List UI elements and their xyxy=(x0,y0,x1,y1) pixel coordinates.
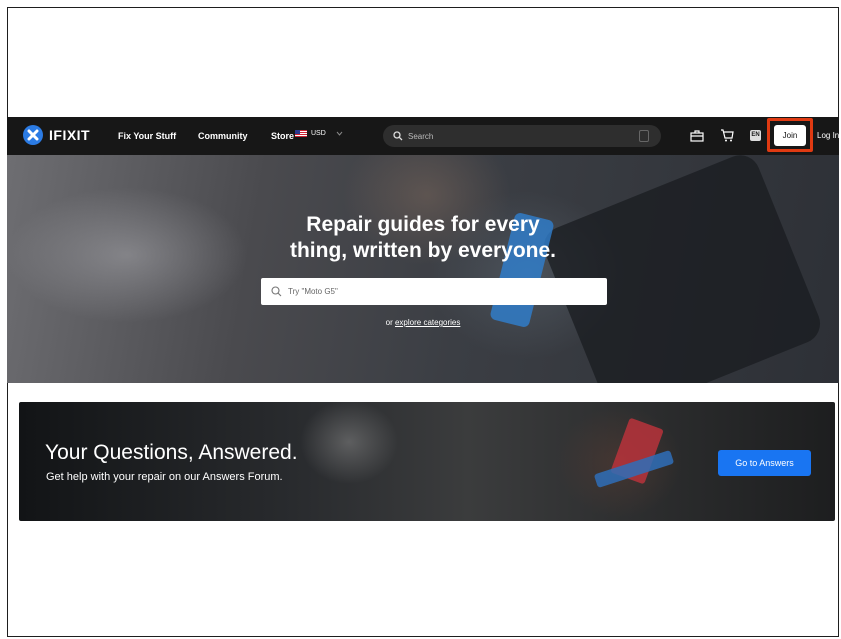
slash-shortcut-icon xyxy=(639,130,649,142)
hero-title: Repair guides for every thing, written b… xyxy=(7,212,839,264)
currency-label: USD xyxy=(311,130,326,137)
hero-section: Repair guides for every thing, written b… xyxy=(7,155,839,383)
cart-icon[interactable] xyxy=(720,129,734,142)
banner-subtitle: Get help with your repair on our Answers… xyxy=(46,471,283,483)
brand-name: IFIXIT xyxy=(49,127,91,143)
hero-search-placeholder: Try "Moto G5" xyxy=(288,287,338,296)
join-button[interactable]: Join xyxy=(774,125,806,146)
currency-selector[interactable]: USD xyxy=(295,130,343,137)
top-nav: IFIXIT Fix Your Stuff Community Store US… xyxy=(7,117,839,155)
login-link[interactable]: Log In xyxy=(817,131,839,140)
chevron-down-icon xyxy=(336,131,343,136)
toolbox-icon[interactable] xyxy=(690,129,704,142)
search-icon xyxy=(393,131,403,141)
explore-categories-link[interactable]: explore categories xyxy=(395,318,460,327)
explore-prefix: or xyxy=(385,318,395,327)
hero-search-input[interactable]: Try "Moto G5" xyxy=(261,278,607,305)
banner-title: Your Questions, Answered. xyxy=(45,441,298,464)
go-to-answers-button[interactable]: Go to Answers xyxy=(718,450,811,476)
hero-title-line2: thing, written by everyone. xyxy=(289,239,557,262)
ifixit-logo-icon xyxy=(23,125,43,145)
answers-banner: Your Questions, Answered. Get help with … xyxy=(19,402,835,521)
hero-background-image xyxy=(537,155,827,383)
ifixit-logo[interactable]: IFIXIT xyxy=(23,125,90,145)
nav-community[interactable]: Community xyxy=(198,131,248,141)
nav-store[interactable]: Store xyxy=(271,131,294,141)
nav-search-placeholder: Search xyxy=(408,131,434,141)
nav-fix-your-stuff[interactable]: Fix Your Stuff xyxy=(118,131,176,141)
us-flag-icon xyxy=(295,130,307,137)
language-selector[interactable]: EN xyxy=(750,130,761,141)
explore-categories: or explore categories xyxy=(7,318,839,327)
search-icon xyxy=(271,286,282,297)
nav-search-input[interactable]: Search xyxy=(383,125,661,147)
hero-title-line1: Repair guides for every xyxy=(306,213,540,236)
